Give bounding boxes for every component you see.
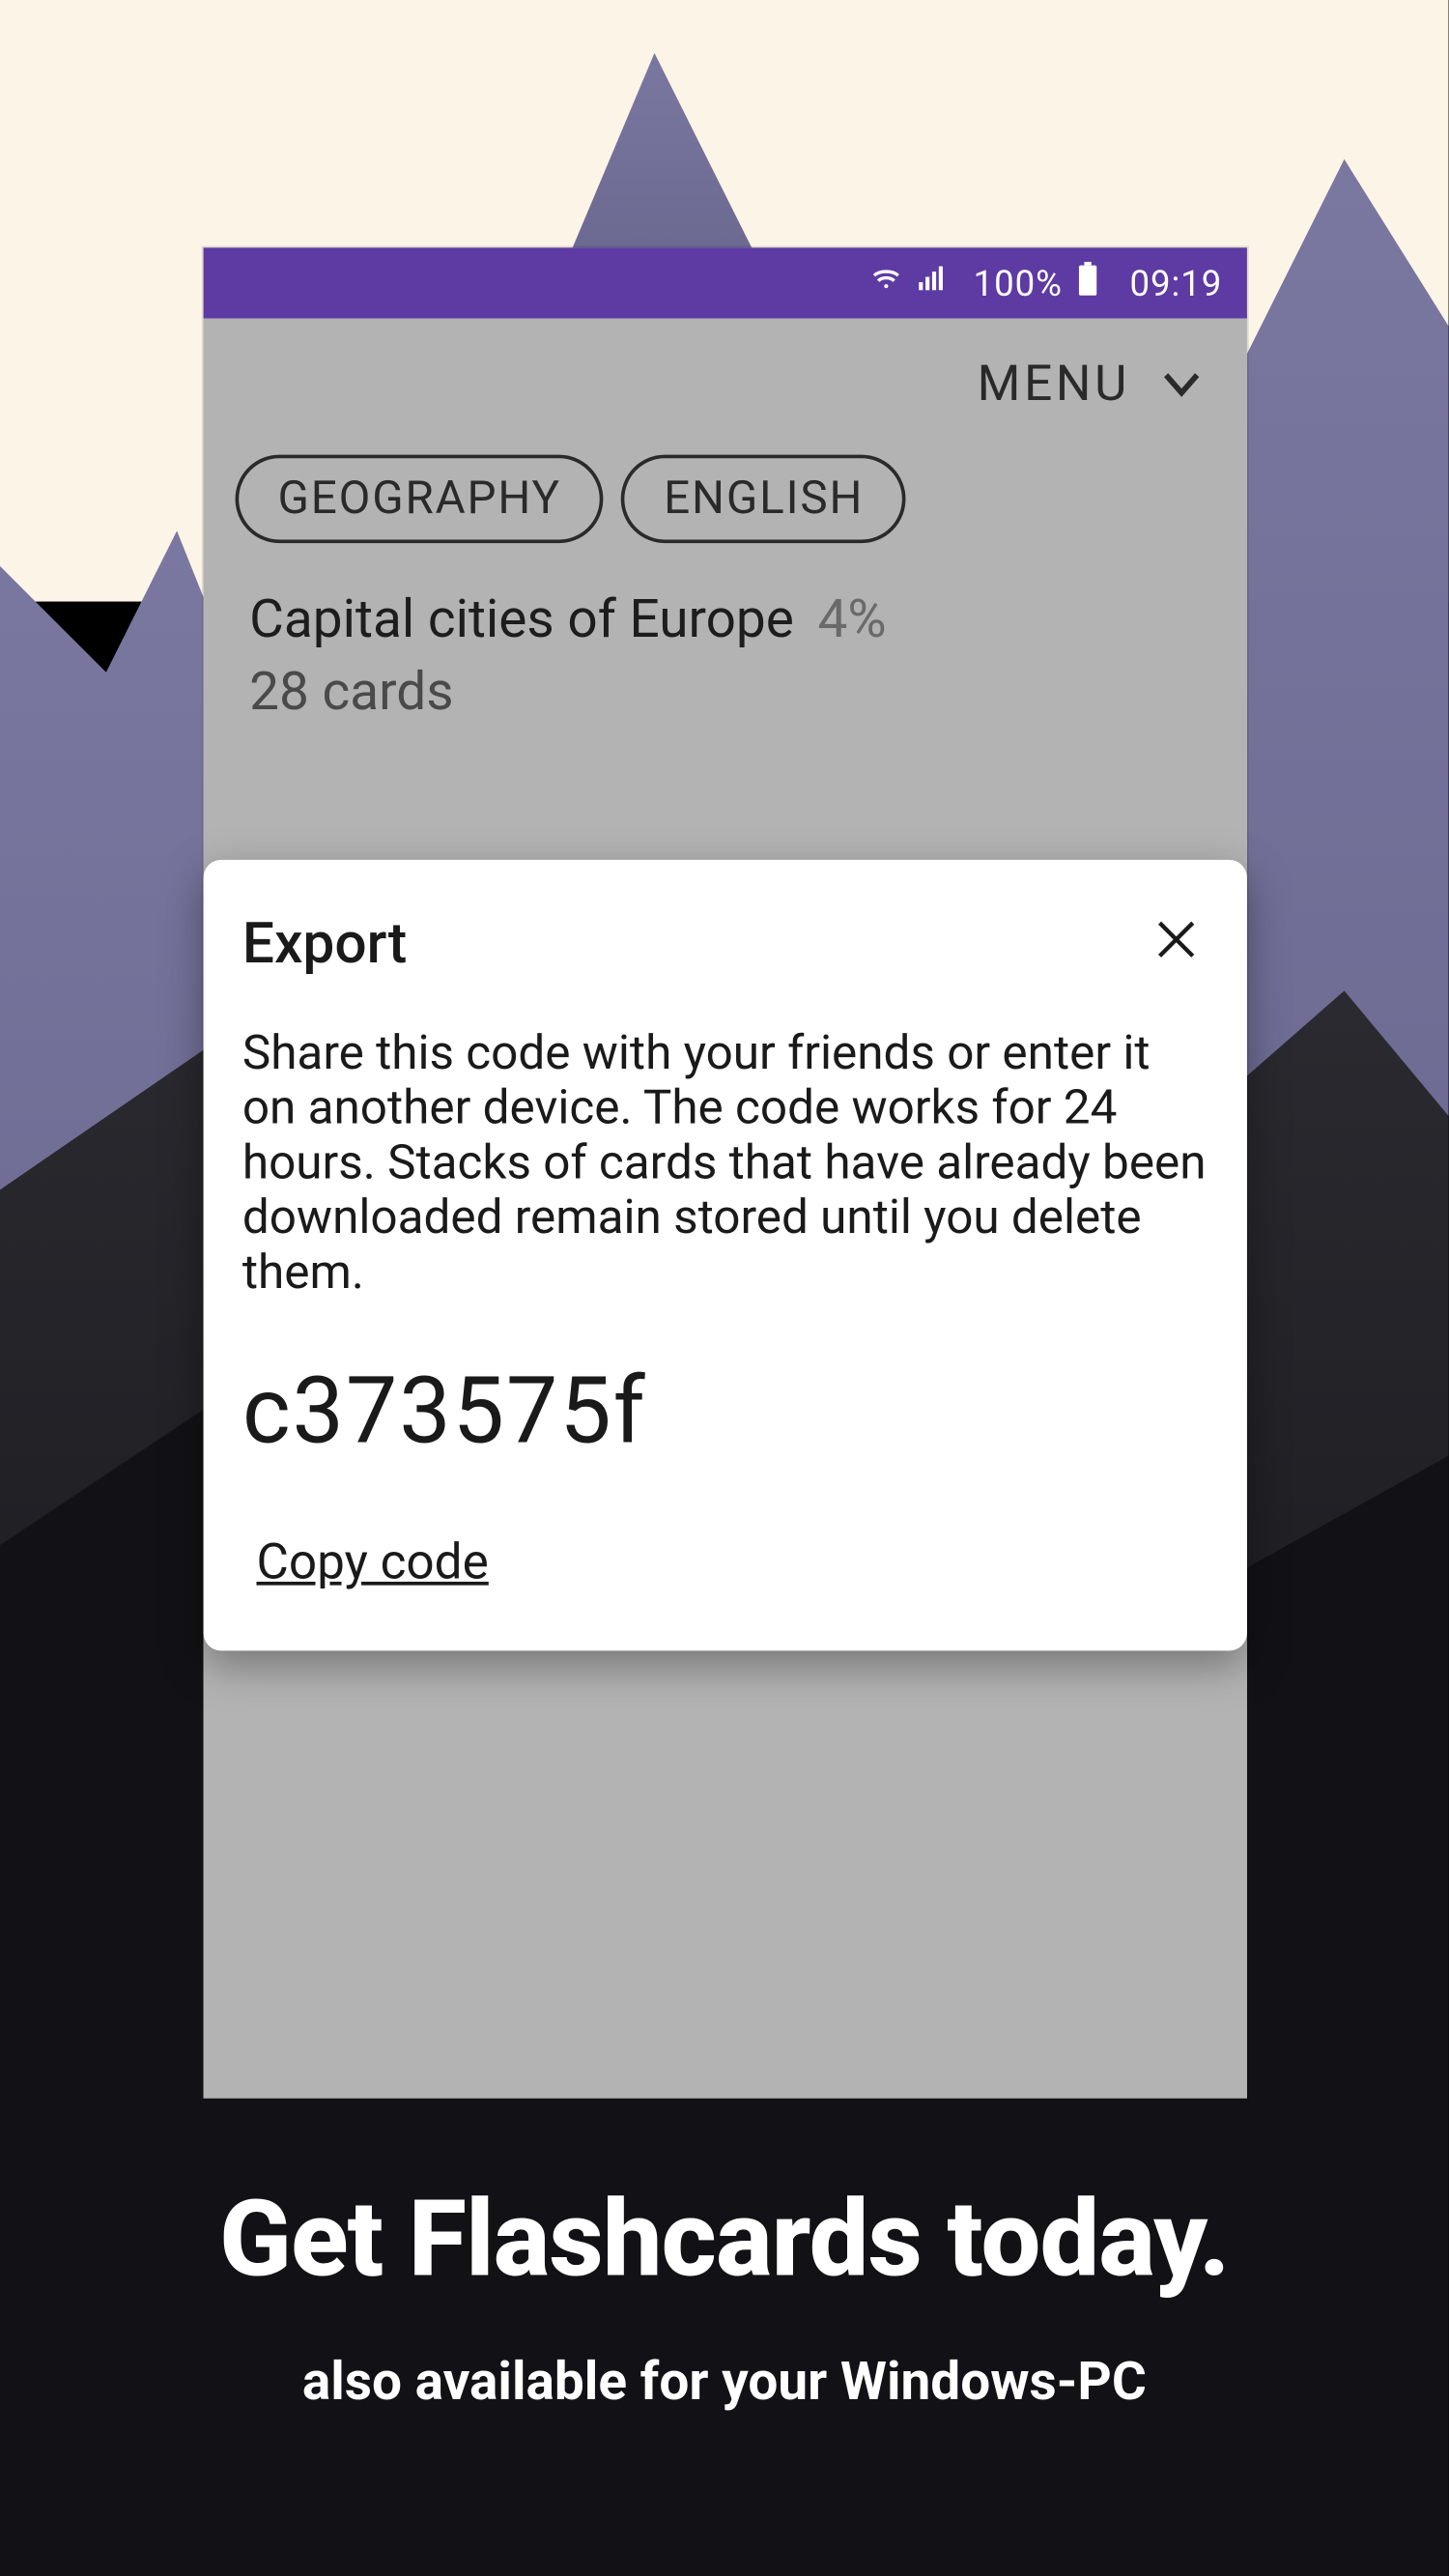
tag-list: GEOGRAPHY ENGLISH [236, 455, 1215, 544]
copy-code-button[interactable]: Copy code [242, 1532, 489, 1590]
tag-geography[interactable]: GEOGRAPHY [236, 455, 604, 544]
app-body: MENU GEOGRAPHY ENGLISH Capital cities of… [204, 319, 1247, 2099]
dialog-description: Share this code with your friends or ent… [242, 1026, 1208, 1301]
menu-button[interactable]: MENU [236, 343, 1215, 454]
chevron-down-icon [1155, 357, 1208, 410]
phone-frame: 100% 09:19 MENU G [204, 247, 1247, 2098]
dialog-backdrop: Export Share this code with your friends… [204, 319, 1247, 2099]
tag-english[interactable]: ENGLISH [621, 455, 906, 544]
export-dialog: Export Share this code with your friends… [204, 860, 1247, 1651]
close-button[interactable] [1145, 911, 1208, 975]
promo-headline: Get Flashcards today. [0, 2176, 1449, 2302]
wifi-icon [870, 262, 902, 304]
battery-percentage: 100% [974, 262, 1063, 304]
deck-title: Capital cities of Europe [249, 589, 794, 651]
export-code: c373575f [242, 1358, 1208, 1466]
battery-icon [1077, 261, 1098, 305]
clock-time: 09:19 [1129, 262, 1222, 304]
deck-card-count: 28 cards [236, 651, 1215, 724]
menu-label: MENU [978, 354, 1130, 412]
deck-title-row[interactable]: Capital cities of Europe 4% [236, 589, 1215, 651]
promo-subline: also available for your Windows-PC [0, 2351, 1449, 2413]
promo-block: Get Flashcards today. also available for… [0, 2176, 1449, 2413]
deck-progress: 4% [818, 589, 887, 651]
status-bar: 100% 09:19 [204, 247, 1247, 318]
dialog-title: Export [242, 909, 407, 977]
close-icon [1151, 915, 1201, 972]
signal-icon [917, 262, 949, 304]
